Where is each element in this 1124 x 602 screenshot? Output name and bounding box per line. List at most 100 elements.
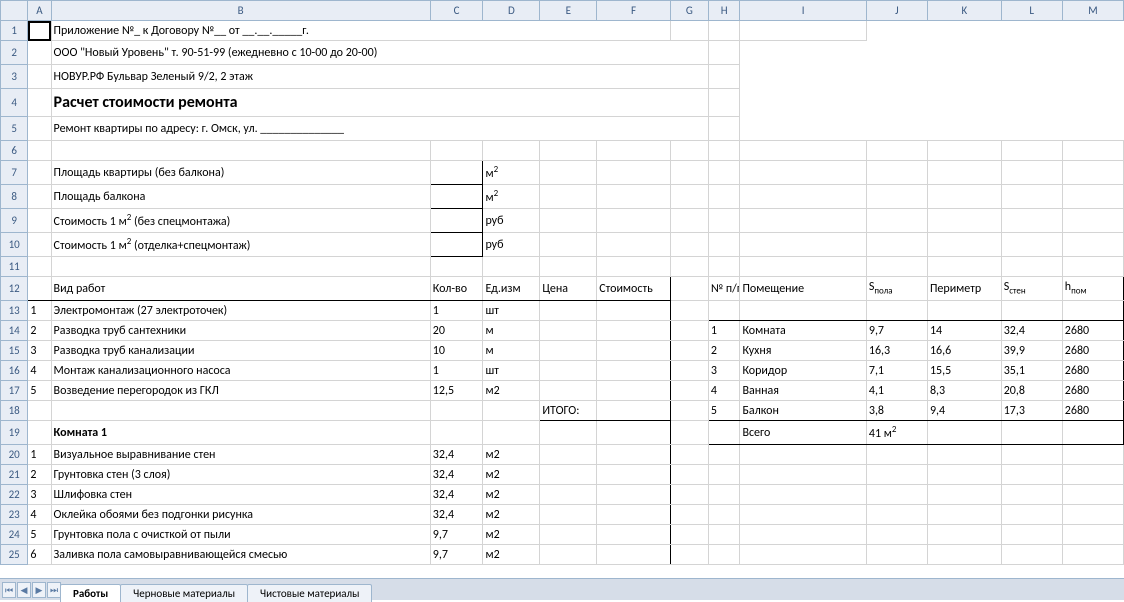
cell-23-G[interactable] — [670, 505, 708, 525]
cell-23-J[interactable] — [866, 505, 927, 525]
cell-9-G[interactable] — [670, 209, 708, 233]
cell-11-H[interactable] — [708, 257, 740, 277]
cell-11-D[interactable] — [483, 257, 540, 277]
cell-20-M[interactable] — [1062, 445, 1123, 465]
cell-21-M[interactable] — [1062, 465, 1123, 485]
cell-22-G[interactable] — [670, 485, 708, 505]
cell-22-J[interactable] — [866, 485, 927, 505]
cell-18-D[interactable] — [483, 401, 540, 421]
cell-10-E[interactable] — [540, 233, 597, 257]
cell-9-F[interactable] — [597, 209, 671, 233]
cell-7-E[interactable] — [540, 161, 597, 185]
cell-8-G[interactable] — [670, 185, 708, 209]
col-header-M[interactable]: M — [1062, 1, 1123, 21]
cell-6-I[interactable] — [740, 141, 866, 161]
work-price[interactable] — [540, 465, 597, 485]
row-header-1[interactable]: 1 — [1, 21, 28, 41]
work-cost[interactable] — [597, 525, 671, 545]
row-header-20[interactable]: 20 — [1, 445, 28, 465]
row-header-5[interactable]: 5 — [1, 117, 28, 141]
cell-8-E[interactable] — [540, 185, 597, 209]
row-header-19[interactable]: 19 — [1, 421, 28, 445]
col-header-B[interactable]: B — [51, 1, 430, 21]
cell-6-F[interactable] — [597, 141, 671, 161]
cell-10-F[interactable] — [597, 233, 671, 257]
cell-7-H[interactable] — [708, 161, 740, 185]
row-header-8[interactable]: 8 — [1, 185, 28, 209]
row-header-2[interactable]: 2 — [1, 41, 28, 65]
cell-19-F[interactable] — [597, 421, 671, 445]
work-cost[interactable] — [597, 321, 671, 341]
cell-14-G[interactable] — [670, 321, 708, 341]
cell-19-H[interactable] — [708, 421, 740, 445]
cell-8-F[interactable] — [597, 185, 671, 209]
cell-11-L[interactable] — [1001, 257, 1062, 277]
cell-23-L[interactable] — [1001, 505, 1062, 525]
cell-20-L[interactable] — [1001, 445, 1062, 465]
work-price[interactable] — [540, 361, 597, 381]
row-header-15[interactable]: 15 — [1, 341, 28, 361]
cell-1-G[interactable] — [670, 21, 708, 41]
work-price[interactable] — [540, 445, 597, 465]
cell-23-I[interactable] — [740, 505, 866, 525]
row-header-17[interactable]: 17 — [1, 381, 28, 401]
cell-9-I[interactable] — [740, 209, 866, 233]
cell-12-G[interactable] — [670, 277, 708, 301]
cell-9-E[interactable] — [540, 209, 597, 233]
cell-23-K[interactable] — [927, 505, 1001, 525]
cell-24-J[interactable] — [866, 525, 927, 545]
cell-9-M[interactable] — [1062, 209, 1123, 233]
tab-nav-next[interactable]: ▶ — [32, 582, 46, 598]
cell-10-K[interactable] — [927, 233, 1001, 257]
cell-6-B[interactable] — [51, 141, 430, 161]
horizontal-scrollbar[interactable] — [604, 578, 1124, 600]
cell-20-H[interactable] — [708, 445, 740, 465]
work-price[interactable] — [540, 301, 597, 321]
cell-9-A[interactable] — [28, 209, 51, 233]
cell-24-H[interactable] — [708, 525, 740, 545]
work-price[interactable] — [540, 341, 597, 361]
cell-11-C[interactable] — [430, 257, 483, 277]
col-header-K[interactable]: K — [927, 1, 1001, 21]
work-price[interactable] — [540, 525, 597, 545]
cell-25-G[interactable] — [670, 545, 708, 565]
cell-24-I[interactable] — [740, 525, 866, 545]
cell-24-M[interactable] — [1062, 525, 1123, 545]
cell-5-H[interactable] — [708, 117, 740, 141]
select-all-corner[interactable] — [1, 1, 28, 21]
cell-9-K[interactable] — [927, 209, 1001, 233]
tab-nav-last[interactable]: ⏭ — [47, 582, 61, 598]
cell-3-H[interactable] — [708, 65, 740, 89]
cell-11-A[interactable] — [28, 257, 51, 277]
cell-22-K[interactable] — [927, 485, 1001, 505]
cell-10-G[interactable] — [670, 233, 708, 257]
cell-21-H[interactable] — [708, 465, 740, 485]
cell-4-A[interactable] — [28, 89, 51, 117]
work-price[interactable] — [540, 545, 597, 565]
cell-24-L[interactable] — [1001, 525, 1062, 545]
cell-21-J[interactable] — [866, 465, 927, 485]
work-cost[interactable] — [597, 301, 671, 321]
row-header-12[interactable]: 12 — [1, 277, 28, 301]
work-cost[interactable] — [597, 341, 671, 361]
cell-23-M[interactable] — [1062, 505, 1123, 525]
cell-10-I[interactable] — [740, 233, 866, 257]
row-header-21[interactable]: 21 — [1, 465, 28, 485]
row-header-4[interactable]: 4 — [1, 89, 28, 117]
works-total-value[interactable] — [597, 401, 671, 421]
cell-9-H[interactable] — [708, 209, 740, 233]
cell-19-M[interactable] — [1062, 421, 1123, 445]
cell-8-J[interactable] — [866, 185, 927, 209]
cell-6-M[interactable] — [1062, 141, 1123, 161]
cell-8-M[interactable] — [1062, 185, 1123, 209]
cell-23-H[interactable] — [708, 505, 740, 525]
tab-nav-first[interactable]: ⏮ — [2, 582, 16, 598]
cell-24-G[interactable] — [670, 525, 708, 545]
cell-9-L[interactable] — [1001, 209, 1062, 233]
cell-21-G[interactable] — [670, 465, 708, 485]
cell-19-K[interactable] — [927, 421, 1001, 445]
cell-6-G[interactable] — [670, 141, 708, 161]
cell-7-I[interactable] — [740, 161, 866, 185]
cell-24-K[interactable] — [927, 525, 1001, 545]
cell-6-H[interactable] — [708, 141, 740, 161]
